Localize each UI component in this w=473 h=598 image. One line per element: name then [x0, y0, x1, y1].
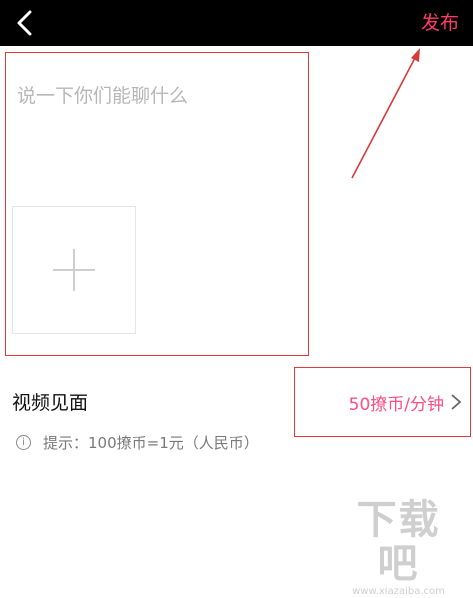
info-icon: i — [16, 435, 31, 450]
compose-text-input[interactable] — [17, 76, 302, 116]
watermark-url: www.xiazaiba.com — [352, 586, 445, 597]
tip-text: 提示：100撩币=1元（人民币） — [43, 434, 259, 452]
video-price-selector[interactable]: 50撩币/分钟 — [296, 368, 470, 436]
video-meeting-title: 视频见面 — [12, 392, 89, 414]
add-image-button[interactable] — [12, 206, 136, 334]
watermark: 下载吧 www.xiazaiba.com — [336, 498, 461, 597]
annotation-arrow — [351, 48, 420, 179]
publish-button[interactable]: 发布 — [421, 8, 459, 35]
plus-icon — [53, 249, 95, 291]
chevron-left-icon — [17, 10, 32, 36]
watermark-logo-text: 下载吧 — [356, 497, 441, 587]
tip-row: i 提示：100撩币=1元（人民币） — [16, 432, 259, 453]
chevron-right-icon — [451, 394, 462, 410]
video-price-value: 50撩币/分钟 — [348, 394, 444, 415]
back-button[interactable] — [8, 6, 42, 40]
